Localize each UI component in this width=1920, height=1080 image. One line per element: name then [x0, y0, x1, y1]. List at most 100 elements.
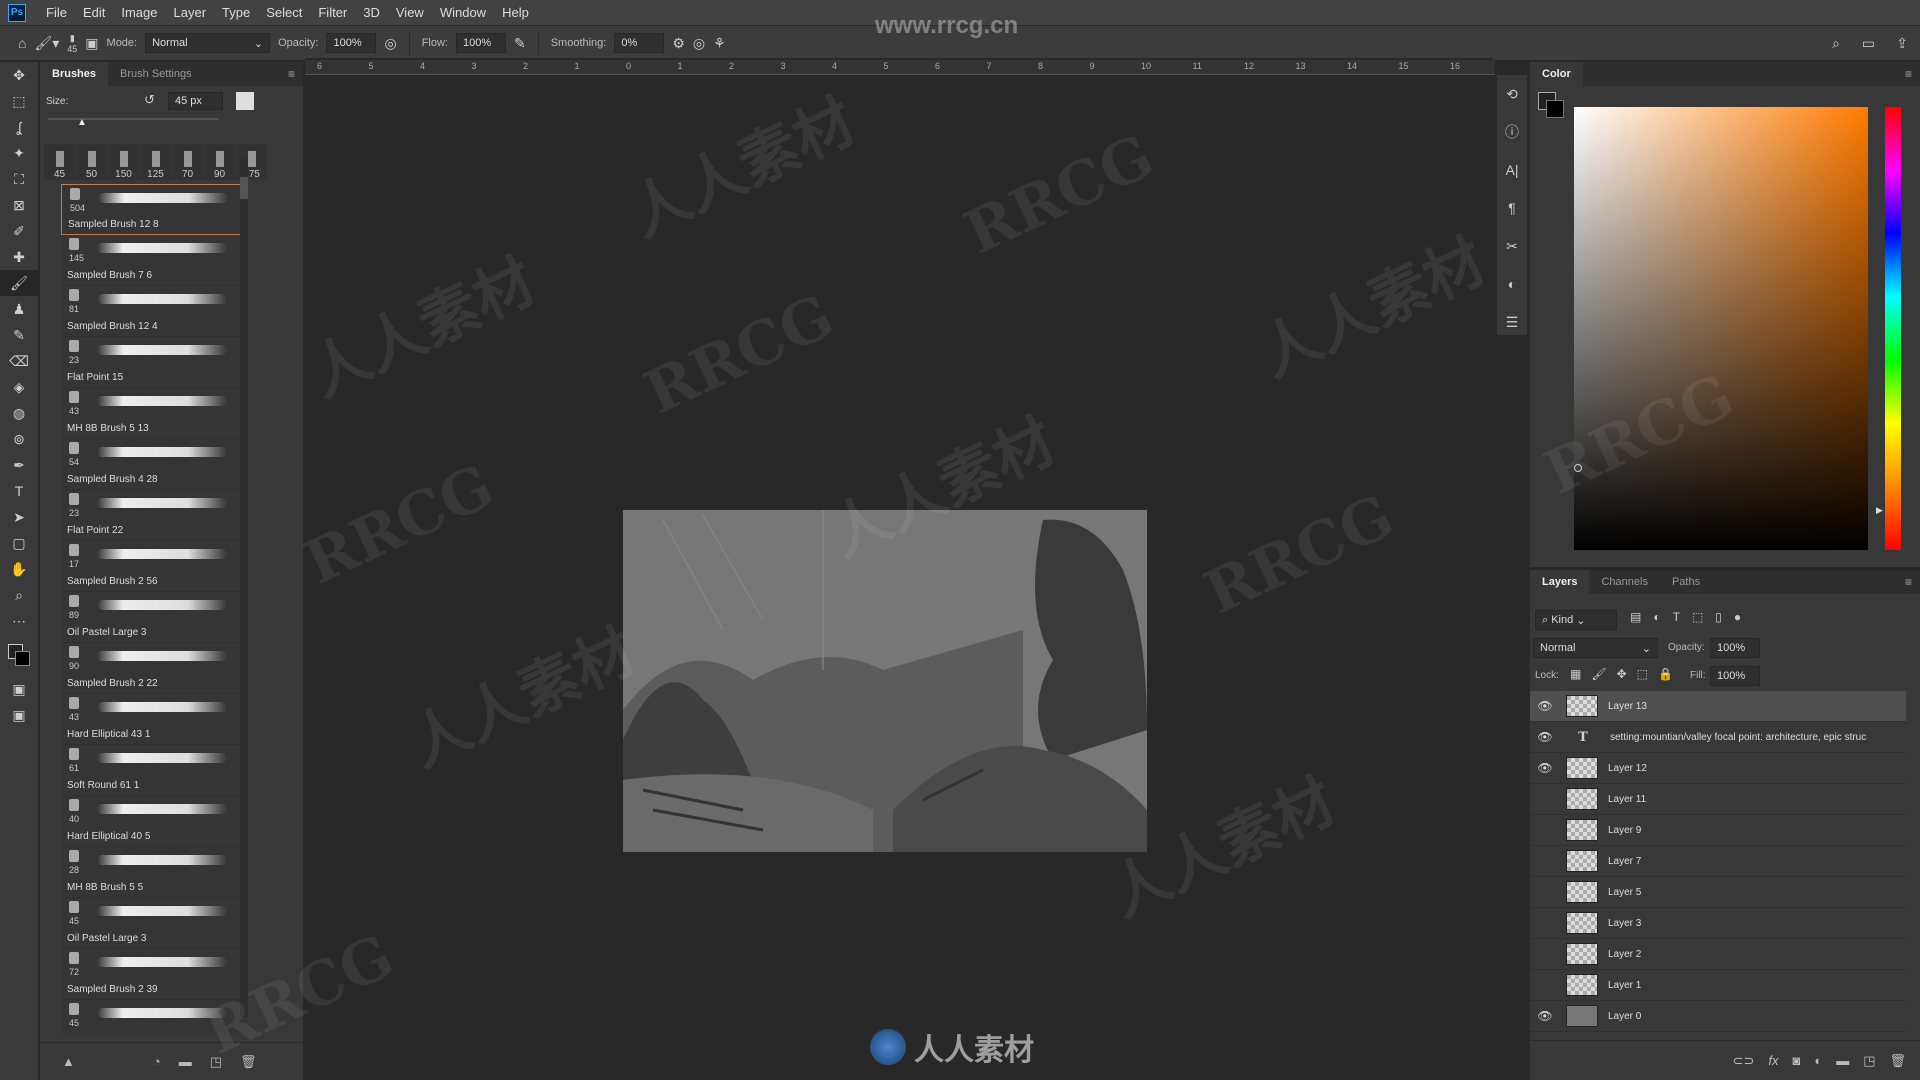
- crop-tool-icon[interactable]: ⛶: [0, 166, 38, 192]
- pen-tool-icon[interactable]: ✒: [0, 452, 38, 478]
- brush-list-scrollbar[interactable]: [240, 157, 248, 1017]
- more-tool-icon[interactable]: ⋯: [0, 608, 38, 634]
- color-field[interactable]: [1574, 107, 1868, 550]
- eraser-tool-icon[interactable]: ⌫: [0, 348, 38, 374]
- filter-type-icon[interactable]: T: [1673, 610, 1680, 624]
- reset-icon[interactable]: ↺: [144, 92, 155, 108]
- workspace-icon[interactable]: ▭: [1862, 35, 1875, 52]
- brush-preset[interactable]: 90: [204, 144, 235, 180]
- size-slider[interactable]: [48, 118, 218, 120]
- adjustment-layer-icon[interactable]: ◐: [1814, 1053, 1822, 1068]
- filter-pixel-icon[interactable]: ▤: [1630, 610, 1641, 624]
- new-group-icon[interactable]: ▬: [179, 1054, 192, 1069]
- quick-mask-icon[interactable]: ▣: [0, 676, 38, 702]
- new-brush-icon[interactable]: ◳: [210, 1054, 222, 1070]
- shape-tool-icon[interactable]: ▢: [0, 530, 38, 556]
- menu-layer[interactable]: Layer: [166, 5, 215, 20]
- menu-3d[interactable]: 3D: [355, 5, 388, 20]
- layer-row[interactable]: 👁 Layer 13: [1530, 691, 1906, 722]
- menu-image[interactable]: Image: [113, 5, 165, 20]
- brush-list-item[interactable]: 28 MH 8B Brush 5 5: [61, 847, 247, 898]
- filter-shape-icon[interactable]: ⬚: [1692, 610, 1703, 624]
- properties-icon[interactable]: ☰: [1497, 303, 1527, 341]
- brush-preset-picker[interactable]: ▮ 45: [67, 33, 77, 54]
- color-swatches[interactable]: [8, 644, 30, 666]
- type-tool-icon[interactable]: T: [0, 478, 38, 504]
- pressure-opacity-icon[interactable]: ◎: [384, 35, 396, 52]
- info-icon[interactable]: ⓘ: [1497, 113, 1527, 151]
- brush-list-item[interactable]: 17 Sampled Brush 2 56: [61, 541, 247, 592]
- size-field[interactable]: 45 px: [168, 92, 223, 110]
- menu-type[interactable]: Type: [214, 5, 258, 20]
- brush-list-item[interactable]: 145 Sampled Brush 7 6: [61, 235, 247, 286]
- airbrush-icon[interactable]: ✎: [514, 35, 526, 52]
- brush-list-item[interactable]: 40 Hard Elliptical 40 5: [61, 796, 247, 847]
- adjustments-icon[interactable]: ◐: [1497, 265, 1527, 303]
- eyedropper-tool-icon[interactable]: ✐: [0, 218, 38, 244]
- brush-list-item[interactable]: 89 Oil Pastel Large 3: [61, 592, 247, 643]
- brush-panel-toggle-icon[interactable]: ▣: [85, 35, 98, 52]
- search-icon[interactable]: ⌕: [1832, 35, 1840, 52]
- brush-list-item[interactable]: 90 Sampled Brush 2 22: [61, 643, 247, 694]
- toggle-preview-icon[interactable]: ◔: [153, 1054, 161, 1069]
- marquee-tool-icon[interactable]: ⬚: [0, 88, 38, 114]
- brush-preset[interactable]: 125: [140, 144, 171, 180]
- layer-row[interactable]: 👁 Layer 0: [1530, 1001, 1906, 1032]
- panel-menu-icon[interactable]: ≡: [1905, 575, 1912, 589]
- home-icon[interactable]: ⌂: [18, 35, 26, 51]
- background-color-swatch[interactable]: [1546, 100, 1564, 118]
- layer-row[interactable]: 👁 Tsetting:mountian/valley focal point: a…: [1530, 722, 1906, 753]
- brush-list-item[interactable]: 54 Sampled Brush 4 28: [61, 439, 247, 490]
- eye-icon[interactable]: 👁: [1530, 730, 1560, 744]
- layer-row[interactable]: Layer 3: [1530, 908, 1906, 939]
- preview-size-slider[interactable]: ▲: [62, 1054, 75, 1069]
- blur-tool-icon[interactable]: ◍: [0, 400, 38, 426]
- filter-toggle-icon[interactable]: ●: [1734, 610, 1741, 624]
- mode-select[interactable]: Normal ⌄: [145, 33, 271, 53]
- lock-artboard-icon[interactable]: ⬚: [1637, 667, 1648, 681]
- smoothing-field[interactable]: 0%: [614, 33, 665, 53]
- frame-tool-icon[interactable]: ⊠: [0, 192, 38, 218]
- trash-icon[interactable]: 🗑: [240, 1054, 257, 1070]
- layer-row[interactable]: Layer 11: [1530, 784, 1906, 815]
- tab-paths[interactable]: Paths: [1660, 570, 1712, 594]
- history-brush-tool-icon[interactable]: ✎: [0, 322, 38, 348]
- panel-menu-icon[interactable]: ≡: [288, 67, 295, 81]
- lock-position-icon[interactable]: ✥: [1617, 667, 1627, 681]
- paragraph-icon[interactable]: ¶: [1497, 189, 1527, 227]
- menu-view[interactable]: View: [388, 5, 432, 20]
- brush-preset[interactable]: 45: [44, 144, 75, 180]
- history-icon[interactable]: ⟲: [1497, 75, 1527, 113]
- layer-row[interactable]: Layer 9: [1530, 815, 1906, 846]
- brush-list-item[interactable]: 45Oil Pastel Large 2: [61, 1000, 247, 1034]
- brush-list-item[interactable]: 23 Flat Point 15: [61, 337, 247, 388]
- panel-menu-icon[interactable]: ≡: [1905, 67, 1912, 81]
- brush-list-item[interactable]: 45 Oil Pastel Large 3: [61, 898, 247, 949]
- tab-brush-settings[interactable]: Brush Settings: [108, 62, 204, 86]
- brush-preset[interactable]: 70: [172, 144, 203, 180]
- layer-row[interactable]: Layer 5: [1530, 877, 1906, 908]
- brush-list-item[interactable]: 23 Flat Point 22: [61, 490, 247, 541]
- path-select-tool-icon[interactable]: ➤: [0, 504, 38, 530]
- magic-wand-tool-icon[interactable]: ✦: [0, 140, 38, 166]
- layer-row[interactable]: Layer 7: [1530, 846, 1906, 877]
- layer-filter-select[interactable]: ⌕ Kind ⌄: [1535, 610, 1617, 630]
- share-icon[interactable]: ⇪: [1896, 35, 1908, 52]
- brush-list-item[interactable]: 61 Soft Round 61 1: [61, 745, 247, 796]
- symmetry-icon[interactable]: ⚘: [713, 35, 726, 52]
- filter-smart-object-icon[interactable]: ▯: [1715, 610, 1722, 624]
- tool-presets-icon[interactable]: ✂: [1497, 227, 1527, 265]
- trash-icon[interactable]: 🗑: [1889, 1053, 1906, 1069]
- brush-tool-icon[interactable]: 🖌▾: [34, 35, 59, 52]
- menu-filter[interactable]: Filter: [310, 5, 355, 20]
- lock-all-icon[interactable]: 🔒: [1658, 667, 1673, 681]
- move-tool-icon[interactable]: ✥: [0, 62, 38, 88]
- fx-icon[interactable]: fx: [1768, 1053, 1778, 1068]
- pressure-size-icon[interactable]: ◎: [693, 35, 705, 52]
- hue-slider-handle[interactable]: ▶: [1876, 505, 1883, 516]
- brush-preset[interactable]: 150: [108, 144, 139, 180]
- menu-select[interactable]: Select: [258, 5, 310, 20]
- brush-list-item[interactable]: 43 Hard Elliptical 43 1: [61, 694, 247, 745]
- filter-adjustment-icon[interactable]: ◐: [1653, 610, 1660, 624]
- hand-tool-icon[interactable]: ✋: [0, 556, 38, 582]
